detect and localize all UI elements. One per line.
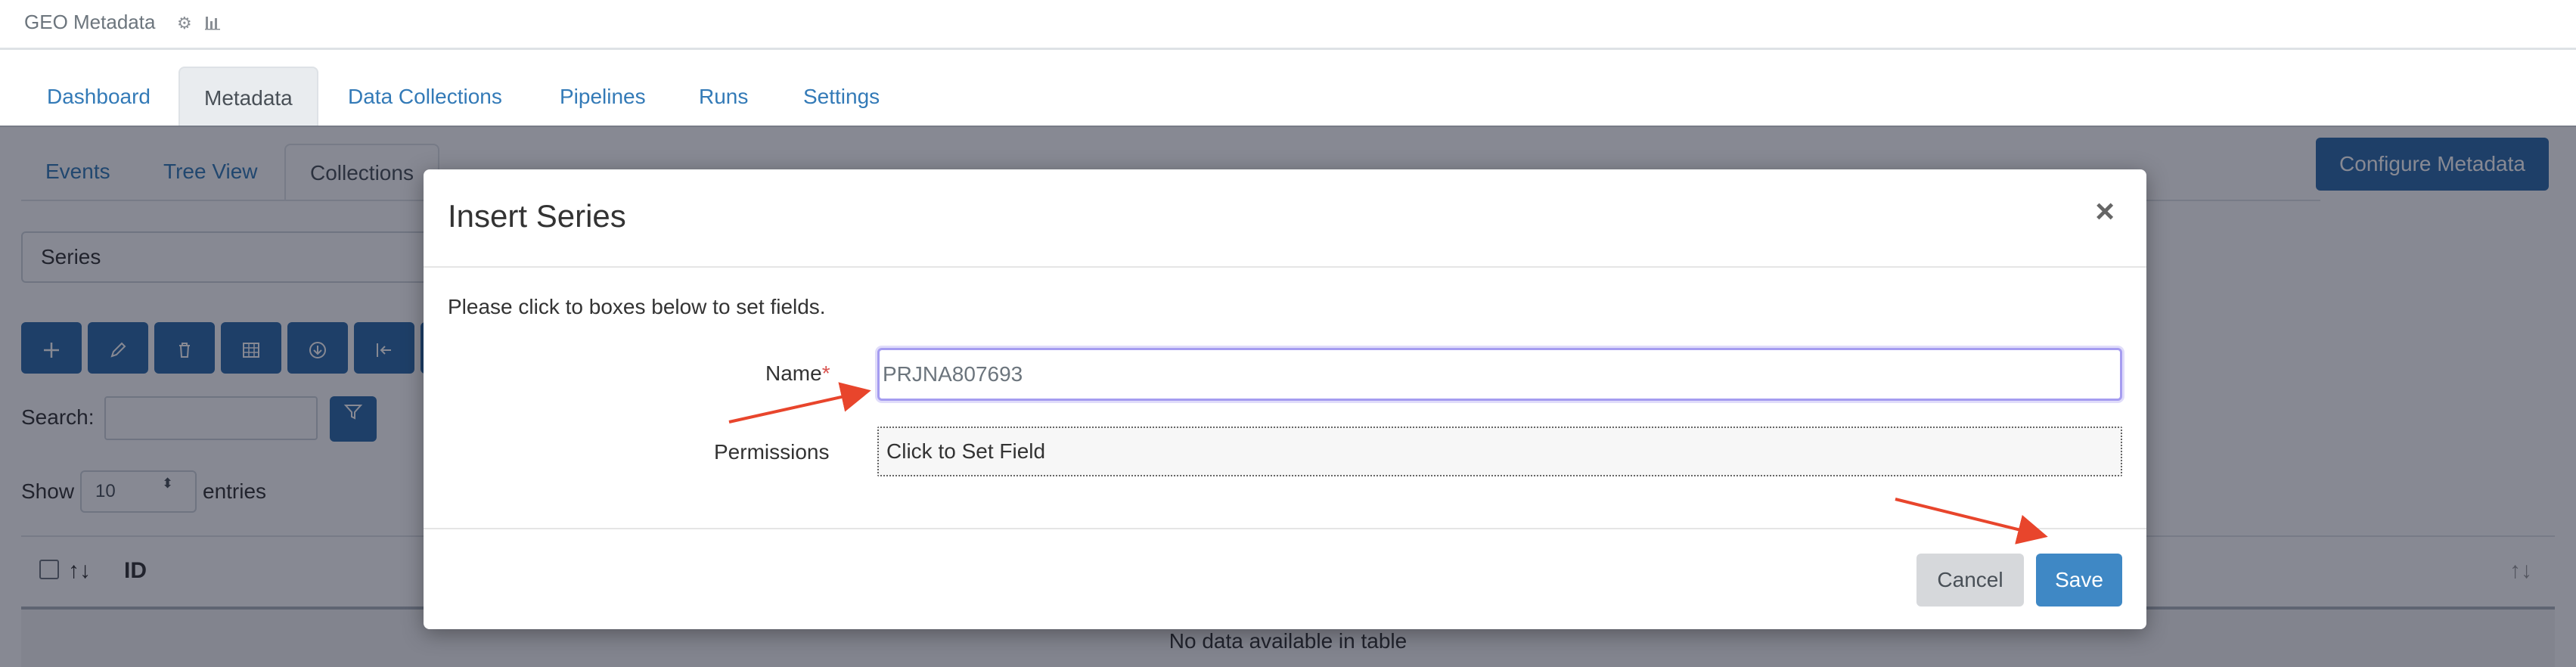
save-button[interactable]: Save — [2036, 554, 2122, 607]
bar-chart-icon[interactable] — [204, 14, 221, 35]
tab-metadata[interactable]: Metadata — [178, 67, 318, 127]
permissions-label: Permissions — [714, 440, 830, 464]
tab-dashboard[interactable]: Dashboard — [23, 67, 175, 127]
tab-runs[interactable]: Runs — [675, 67, 772, 127]
name-field[interactable] — [877, 348, 2122, 401]
required-star: * — [821, 361, 830, 385]
modal-title: Insert Series — [448, 198, 626, 234]
top-bar: GEO Metadata ⚙ — [0, 0, 2576, 50]
app-title: GEO Metadata — [24, 11, 156, 33]
tab-settings[interactable]: Settings — [779, 67, 904, 127]
tab-data-collections[interactable]: Data Collections — [324, 67, 526, 127]
insert-series-modal: Insert Series × Please click to boxes be… — [424, 169, 2146, 629]
close-icon[interactable]: × — [2095, 195, 2115, 228]
modal-footer — [424, 528, 2146, 629]
cancel-button[interactable]: Cancel — [1916, 554, 2024, 607]
permissions-field[interactable]: Click to Set Field — [877, 427, 2122, 476]
name-label: Name* — [765, 361, 830, 386]
modal-header: Insert Series × — [424, 169, 2146, 268]
name-label-text: Name — [765, 361, 822, 385]
gear-icon[interactable]: ⚙ — [177, 14, 192, 33]
tab-pipelines[interactable]: Pipelines — [535, 67, 670, 127]
modal-hint: Please click to boxes below to set field… — [448, 295, 826, 318]
